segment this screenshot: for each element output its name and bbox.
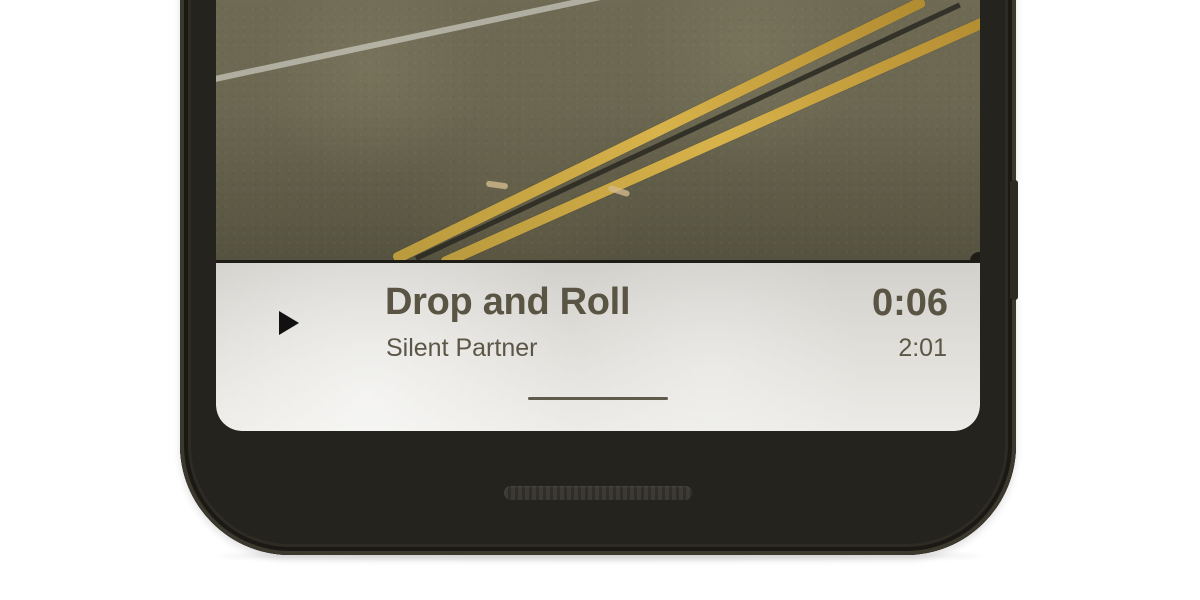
road-line-gap [414,2,961,261]
road-center-line [391,0,927,262]
mini-player: Drop and Roll Silent Partner 0:06 2:01 [216,263,980,431]
device-mockup: Drop and Roll Silent Partner 0:06 2:01 [0,0,1200,600]
road-edge-line [216,0,686,86]
road-marker [485,180,509,190]
duration-time: 2:01 [898,334,947,362]
bottom-sheet-handle[interactable] [528,397,668,400]
play-icon [279,311,299,335]
elapsed-time: 0:06 [871,282,948,324]
video-preview [216,0,980,262]
track-title: Drop and Roll [385,281,631,323]
phone-side-button [1010,180,1018,300]
phone-screen: Drop and Roll Silent Partner 0:06 2:01 [216,0,980,431]
play-button[interactable] [274,309,300,337]
track-artist: Silent Partner [386,334,538,362]
speaker-grill [504,486,692,500]
road-center-line-secondary [439,10,980,262]
